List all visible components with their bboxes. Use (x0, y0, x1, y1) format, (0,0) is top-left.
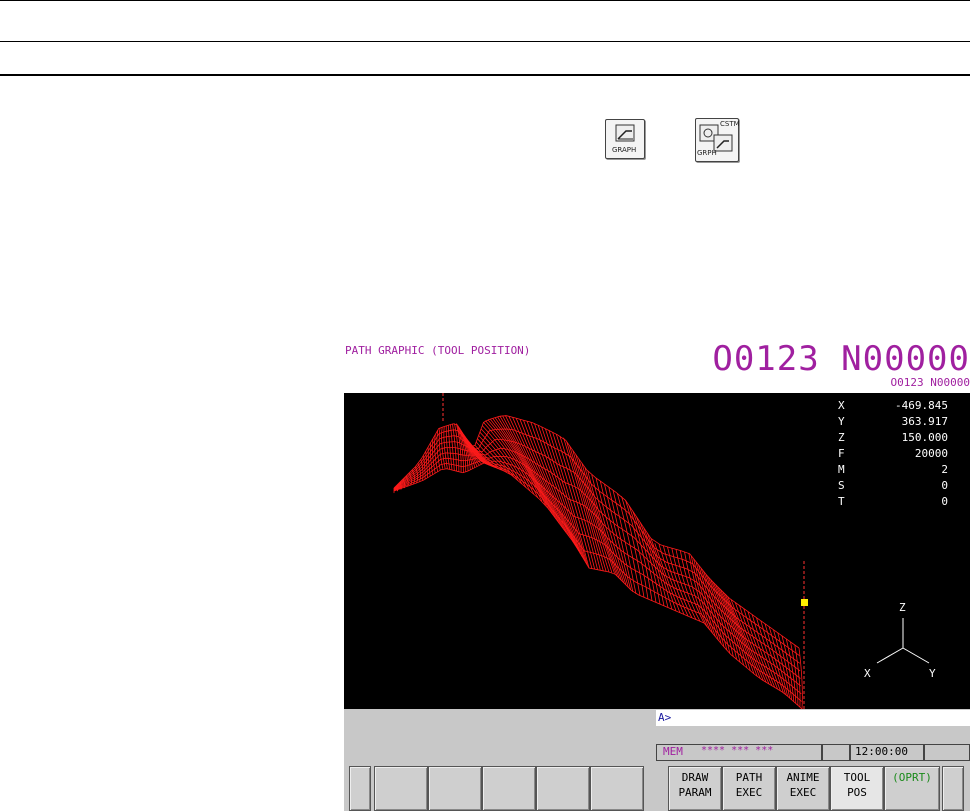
softkey-anime-exec[interactable]: ANIME EXEC (776, 766, 830, 811)
program-number-large: O0123 N00000 (712, 341, 970, 379)
cstm-key-label: CSTM (720, 120, 740, 128)
screen-bottom-panel: A> MEM **** *** *** 12:00:00 DRAW PARAM P… (344, 709, 970, 811)
cstm-grph-key-icon[interactable]: CSTM GRPH (695, 118, 740, 162)
status-blank-box-2 (924, 744, 970, 761)
machined-surface-mesh (393, 415, 803, 709)
softkey-draw-param[interactable]: DRAW PARAM (668, 766, 722, 811)
mode-status: MEM **** *** *** (656, 744, 822, 761)
tool-position-marker (801, 599, 808, 606)
input-prompt: A> (658, 711, 672, 724)
screen-title: PATH GRAPHIC (TOOL POSITION) (345, 344, 531, 357)
readout-row-z: Z 150.000 (838, 431, 948, 444)
grph-key-label: GRPH (697, 149, 717, 157)
header-rule-thick (0, 74, 970, 76)
softkey-2[interactable] (428, 766, 482, 811)
readout-row-m: M2 (838, 463, 948, 476)
softkey-oprt[interactable]: (OPRT) (884, 766, 940, 811)
graph-key-label: GRAPH (612, 146, 637, 154)
readout-row-t: T0 (838, 495, 948, 508)
status-blank-box (822, 744, 850, 761)
tool-path-graphic: Z X Y X -469.845 Y 363.917 Z 150.000 F 20000… (344, 393, 970, 709)
softkey-right-arrow[interactable] (942, 766, 964, 811)
cnc-screen: PATH GRAPHIC (TOOL POSITION) O0123 N0000… (344, 341, 970, 811)
screen-header: PATH GRAPHIC (TOOL POSITION) O0123 N0000… (344, 341, 970, 393)
readout-row-y: Y 363.917 (838, 415, 948, 428)
status-stars: **** *** *** (701, 745, 774, 756)
clock: 12:00:00 (855, 745, 908, 758)
key-input-line[interactable]: A> (656, 710, 970, 726)
top-rule (0, 0, 970, 1)
header-rule (0, 41, 970, 42)
softkey-5[interactable] (590, 766, 644, 811)
soft-key-bar: DRAW PARAM PATH EXEC ANIME EXEC TOOL POS (OP… (344, 766, 970, 811)
softkey-1[interactable] (374, 766, 428, 811)
softkey-tool-pos[interactable]: TOOL POS (830, 766, 884, 811)
axis-label-y: Y (929, 667, 936, 680)
readout-row-x: X -469.845 (838, 399, 948, 412)
status-line: MEM **** *** *** 12:00:00 (656, 743, 970, 761)
mesh-contour (393, 459, 802, 702)
mesh-contour (393, 456, 802, 695)
softkey-left-arrow[interactable] (349, 766, 371, 811)
axis-label-z: Z (899, 601, 906, 614)
position-readout: X -469.845 Y 363.917 Z 150.000 F 20000 M2 S0… (838, 398, 948, 510)
mesh-contour (393, 435, 801, 664)
axis-triad (876, 618, 930, 664)
readout-row-s: S0 (838, 479, 948, 492)
readout-row-f: F 20000 (838, 447, 948, 460)
softkey-4[interactable] (536, 766, 590, 811)
softkey-3[interactable] (482, 766, 536, 811)
mesh-contour (393, 428, 800, 656)
clock-box: 12:00:00 (850, 744, 924, 761)
mode-indicator: MEM (663, 745, 683, 758)
program-number-small: O0123 N00000 (890, 376, 970, 389)
graph-key-icon[interactable]: GRAPH (605, 119, 645, 159)
softkey-path-exec[interactable]: PATH EXEC (722, 766, 776, 811)
axis-label-x: X (864, 667, 871, 680)
